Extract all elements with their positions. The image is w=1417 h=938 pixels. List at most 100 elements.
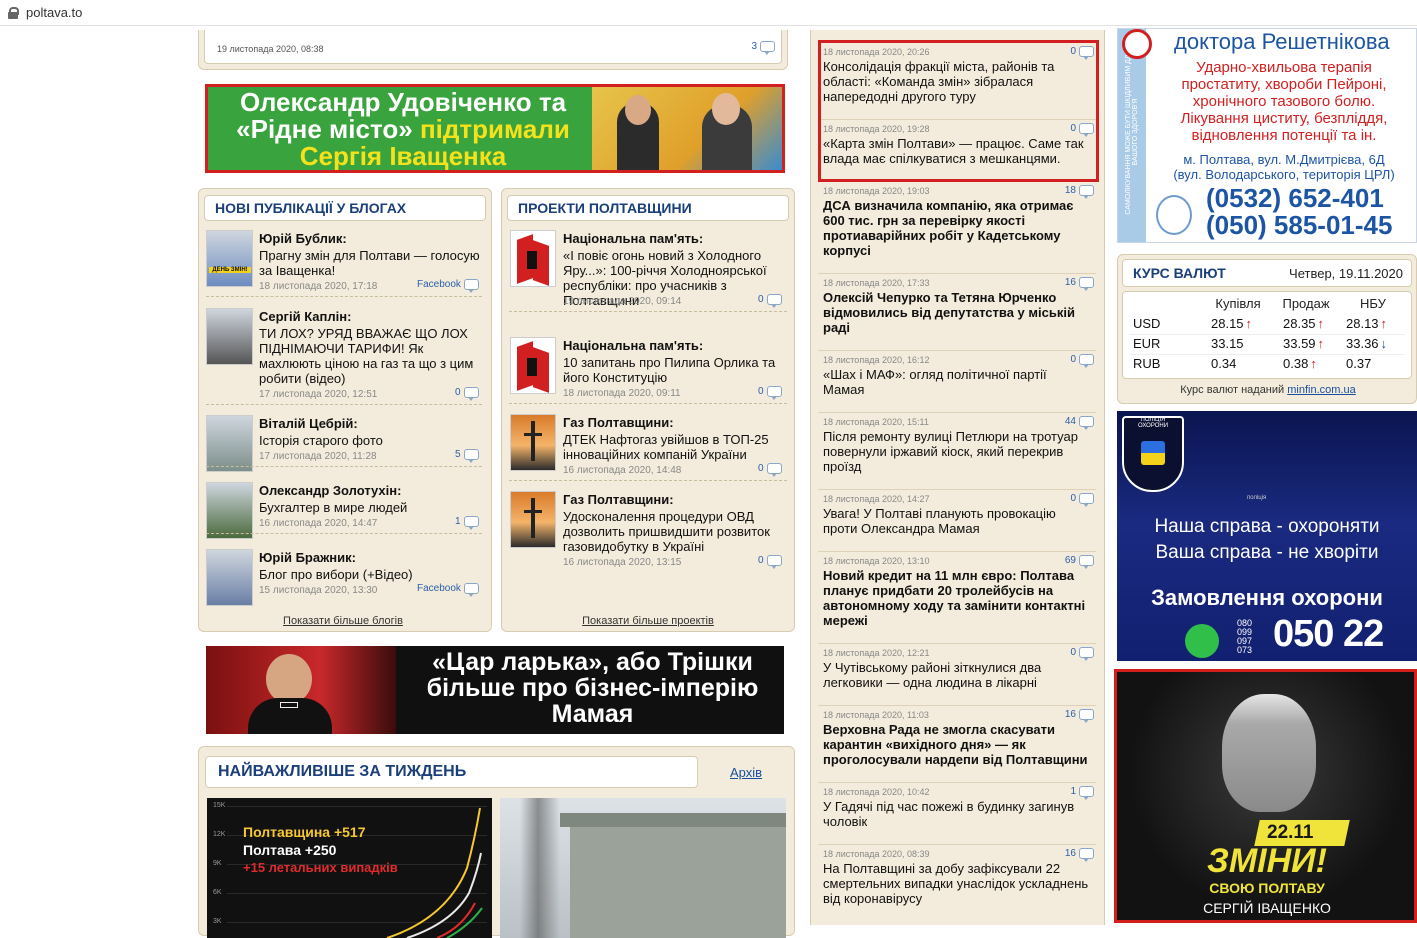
blog-title-link[interactable]: ТИ ЛОХ? УРЯД ВВАЖАЄ ЩО ЛОХ ПІДНІМАЮЧИ ТА… [259, 326, 484, 386]
udovichenko-banner[interactable]: Олександр Удовіченко та «Рідне місто» пі… [205, 84, 785, 173]
blog-author[interactable]: Сергій Каплін: [259, 309, 351, 324]
arrow-up-icon: ↑ [1245, 316, 1253, 331]
blog-title-link[interactable]: Блог про вибори (+Відео) [259, 567, 484, 582]
blog-title-link[interactable]: Історія старого фото [259, 433, 484, 448]
address-bar[interactable]: poltava.to [0, 0, 1417, 26]
news-title-link[interactable]: На Полтавщині за добу зафіксували 22 сме… [823, 861, 1091, 906]
news-item[interactable]: 18 листопада 2020, 15:11 44 Після ремонту … [818, 416, 1100, 480]
comment-count[interactable]: 16 [1065, 848, 1094, 862]
news-title-link[interactable]: Новий кредит на 11 млн євро: Полтава пла… [823, 568, 1091, 628]
news-item[interactable]: 18 листопада 2020, 11:03 16 Верховна Рада … [818, 709, 1100, 773]
project-title-link[interactable]: 10 запитань про Пилипа Орлика та його Ко… [563, 355, 785, 385]
project-title-link[interactable]: Удосконалення процедури ОВД дозволить пр… [563, 509, 785, 554]
news-item[interactable]: 18 листопада 2020, 08:39 16 На Полтавщині … [818, 848, 1100, 912]
comment-count[interactable]: 0 [455, 387, 479, 401]
news-title-link[interactable]: Верховна Рада не змогла скасувати карант… [823, 722, 1091, 767]
project-title-link[interactable]: ДТЕК Нафтогаз увійшов в ТОП-25 інновацій… [563, 432, 785, 462]
comment-count[interactable]: 16 [1065, 709, 1094, 723]
comment-count[interactable]: 69 [1065, 555, 1094, 569]
blog-author[interactable]: Юрій Бражник: [259, 550, 356, 565]
blog-author[interactable]: Олександр Золотухін: [259, 483, 401, 498]
separator [1129, 354, 1405, 355]
comment-count[interactable]: 3 [751, 41, 775, 55]
comment-number: 0 [1070, 354, 1076, 365]
ivashchenko-ad[interactable]: 22.11 ЗМІНИ! СВОЮ ПОЛТАВУ СЕРГІЙ ІВАЩЕНК… [1114, 669, 1417, 923]
news-title-link[interactable]: Увага! У Полтаві планують провокацію про… [823, 506, 1091, 536]
blog-title-link[interactable]: Прагну змін для Полтави — голосую за Іва… [259, 248, 484, 278]
comment-count[interactable]: 0 [758, 463, 782, 477]
comment-count[interactable]: 0 [1070, 493, 1094, 507]
news-item[interactable]: 18 листопада 2020, 14:27 0 Увага! У Полтав… [818, 493, 1100, 542]
blog-author-photo[interactable] [206, 308, 253, 365]
news-date: 18 листопада 2020, 13:10 [823, 556, 930, 566]
news-title-link[interactable]: У Гадячі під час пожежі в будинку загину… [823, 799, 1091, 829]
currency-table: Купівля Продаж НБУ USD 28.15 ↑ 28.35 ↑ 28.13 ↑ EUR… [1122, 291, 1412, 379]
comment-number: 0 [1070, 647, 1076, 658]
clinic-ad[interactable]: САМОЛІКУВАННЯ МОЖЕ БУТИ ШКІДЛИВИМ ДЛЯ ВА… [1117, 28, 1417, 243]
news-title-link[interactable]: ДСА визначила компанію, яка отримає 600 … [823, 198, 1091, 258]
comment-count[interactable]: 0 [1070, 354, 1094, 368]
comment-count[interactable]: 1 [1070, 786, 1094, 800]
comment-count[interactable]: 16 [1065, 277, 1094, 291]
blog-title-link[interactable]: Бухгалтер в мире людей [259, 500, 484, 515]
minfin-link[interactable]: minfin.com.ua [1287, 384, 1355, 396]
currency-sell: 28.35 ↑ [1283, 316, 1324, 331]
gas-rig-photo[interactable] [510, 491, 556, 548]
national-memory-logo[interactable] [510, 337, 556, 394]
news-item[interactable]: 18 листопада 2020, 19:03 18 ДСА визначила … [818, 185, 1100, 264]
comment-count[interactable]: Facebook [417, 279, 479, 293]
gas-rig-photo[interactable] [510, 414, 556, 471]
project-name[interactable]: Національна пам'ять: [563, 338, 703, 353]
more-projects-link[interactable]: Показати більше проектів [501, 615, 795, 627]
currency-nbu: 0.37 [1346, 356, 1373, 371]
news-title-link[interactable]: Олексій Чепурко та Тетяна Юрченко відмов… [823, 290, 1091, 335]
comment-count[interactable]: 1 [455, 516, 479, 530]
separator [818, 643, 1096, 644]
project-name[interactable]: Національна пам'ять: [563, 231, 703, 246]
covid-chart-card[interactable]: 15K 12K 9K 6K 3K Полтавщина +517 Полтава +25… [207, 798, 492, 938]
project-name[interactable]: Газ Полтавщини: [563, 415, 674, 430]
url-text: poltava.to [26, 5, 83, 20]
separator [1129, 334, 1405, 335]
blog-author-photo[interactable] [206, 549, 253, 606]
currency-sell: 0.38 ↑ [1283, 356, 1317, 371]
guard-ad[interactable]: ПОЛІЦІЯ ОХОРОНИ поліція Наша справа - ох… [1117, 411, 1417, 661]
news-item[interactable]: 18 листопада 2020, 16:12 0 «Шах і МАФ»: ог… [818, 354, 1100, 403]
comment-count[interactable]: 18 [1065, 185, 1094, 199]
comment-count[interactable]: Facebook [417, 583, 479, 597]
news-item[interactable]: 18 листопада 2020, 13:10 69 Новий кредит н… [818, 555, 1100, 634]
blog-author[interactable]: Віталій Цебрій: [259, 416, 358, 431]
blog-author-photo[interactable] [206, 415, 253, 472]
news-item[interactable]: 18 листопада 2020, 10:42 1 У Гадячі під ча… [818, 786, 1100, 835]
separator [206, 533, 482, 534]
news-title-link[interactable]: Після ремонту вулиці Петлюри на тротуар … [823, 429, 1091, 474]
currency-buy: 0.34 [1211, 356, 1238, 371]
lock-icon [8, 6, 19, 19]
blog-author-photo[interactable]: ДЕНЬ ЗМІН! [206, 230, 253, 287]
comment-count[interactable]: 44 [1065, 416, 1094, 430]
news-title-link[interactable]: У Чутівському районі зіткнулися два легк… [823, 660, 1091, 690]
currency-nbu: 28.13 ↑ [1346, 316, 1387, 331]
national-memory-logo[interactable] [510, 230, 556, 287]
mamay-banner[interactable]: «Цар ларька», або Трішки більше про бізн… [206, 646, 784, 734]
comment-count[interactable]: 0 [1070, 647, 1094, 661]
project-name[interactable]: Газ Полтавщини: [563, 492, 674, 507]
archive-link[interactable]: Архів [730, 765, 762, 780]
news-item[interactable]: 18 листопада 2020, 12:21 0 У Чутівському р… [818, 647, 1100, 696]
news-item[interactable]: 18 листопада 2020, 17:33 16 Олексій Чепурк… [818, 277, 1100, 341]
more-blogs-link[interactable]: Показати більше блогів [198, 615, 488, 627]
comment-count[interactable]: 0 [758, 386, 782, 400]
blog-author-photo[interactable] [206, 482, 253, 539]
comment-icon [1079, 709, 1094, 723]
comment-count[interactable]: 0 [758, 294, 782, 308]
news-title-link[interactable]: «Шах і МАФ»: огляд політичної партії Мам… [823, 367, 1091, 397]
rig-shape [531, 498, 535, 538]
building-photo-card[interactable] [500, 798, 786, 938]
comment-icon [463, 449, 479, 463]
blog-date: 17 листопада 2020, 12:51 [259, 389, 378, 400]
comment-count[interactable]: 0 [758, 555, 782, 569]
comment-count[interactable]: 5 [455, 449, 479, 463]
arrow-up-icon: ↑ [1380, 316, 1388, 331]
blog-author[interactable]: Юрій Бублик: [259, 231, 347, 246]
separator [206, 466, 482, 467]
